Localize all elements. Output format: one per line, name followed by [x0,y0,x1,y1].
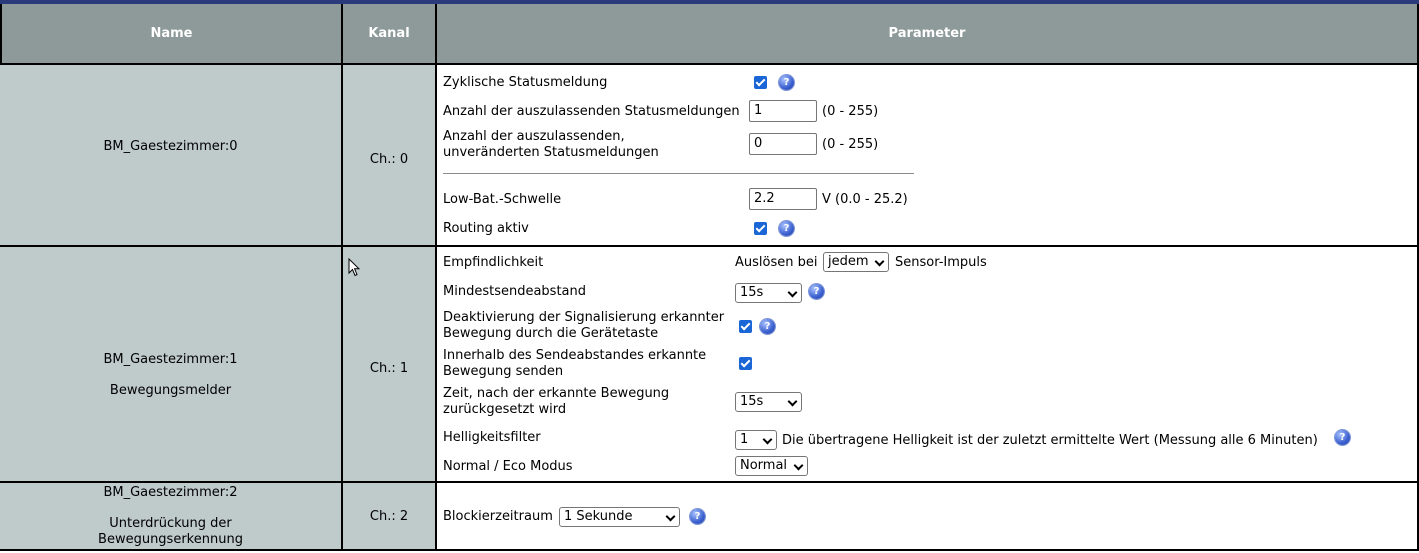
lowbat-label: Low-Bat.-Schwelle [443,192,562,207]
sensitivity-suffix: Sensor-Impuls [895,255,987,270]
cyclic-status-label: Zyklische Statusmeldung [443,75,608,90]
row2-channel: Ch.: 2 [369,508,409,524]
skip-unchanged-label: Anzahl der auszulassenden, unveränderten… [443,129,659,160]
header-name-label: Name [150,26,193,41]
lowbat-input[interactable]: 2.2 [749,188,817,210]
reset-time-select[interactable]: 15s [735,392,802,412]
row2-subname: Unterdrückung der Bewegungserkennung [98,516,243,547]
help-icon[interactable]: ? [690,509,705,524]
skip-unchanged-range: (0 - 255) [822,137,879,152]
row1-name: BM_Gaestezimmer:1 [103,352,238,367]
skip-status-label: Anzahl der auszulassenden Statusmeldunge… [443,104,740,119]
divider [443,173,914,174]
routing-checkbox[interactable] [754,222,767,235]
skip-unchanged-input[interactable]: 0 [749,133,817,155]
cyclic-status-checkbox[interactable] [754,76,767,89]
header-name: Name [0,4,343,65]
brightness-select[interactable]: 1 [735,430,777,450]
header-parameter: Parameter [437,4,1419,65]
help-icon[interactable]: ? [779,75,794,90]
lowbat-range: V (0.0 - 25.2) [822,192,908,207]
row1-channel-cell: Ch.: 1 [343,247,437,483]
help-icon[interactable]: ? [809,284,824,299]
help-icon[interactable]: ? [760,319,775,334]
row0-name: BM_Gaestezimmer:0 [103,139,238,154]
row2-name: BM_Gaestezimmer:2 [103,485,238,500]
help-icon[interactable]: ? [1335,430,1350,445]
row1-channel: Ch.: 1 [369,360,409,376]
reset-time-label: Zeit, nach der erkannte Bewegung zurückg… [443,386,670,417]
brightness-note: Die übertragene Helligkeit ist der zulet… [782,433,1318,448]
brightness-label: Helligkeitsfilter [443,430,541,445]
mode-label: Normal / Eco Modus [443,459,573,474]
deactivate-signal-label: Deaktivierung der Signalisierung erkannt… [443,310,725,341]
skip-status-input[interactable]: 1 [749,100,817,122]
sensitivity-prefix: Auslösen bei [735,255,818,270]
block-select[interactable]: 1 Sekunde [559,507,680,527]
min-interval-select[interactable]: 15s [735,283,802,303]
sensitivity-select[interactable]: jedem [823,252,889,272]
help-icon[interactable]: ? [779,221,794,236]
mode-select[interactable]: Normal [735,456,808,476]
min-interval-label: Mindestsendeabstand [443,284,586,299]
sensitivity-label: Empfindlichkeit [443,255,544,270]
block-label: Blockierzeitraum [443,509,553,524]
row0-channel-cell: Ch.: 0 [343,65,437,247]
send-within-label: Innerhalb des Sendeabstandes erkannte Be… [443,348,707,379]
routing-label: Routing aktiv [443,221,529,236]
row2-name-cell: BM_Gaestezimmer:2 Unterdrückung der Bewe… [0,483,343,551]
deactivate-signal-checkbox[interactable] [739,320,752,333]
header-kanal: Kanal [343,4,437,65]
send-within-checkbox[interactable] [739,357,752,370]
skip-status-range: (0 - 255) [822,104,879,119]
header-parameter-label: Parameter [888,26,966,41]
row1-subname: Bewegungsmelder [109,383,232,398]
header-kanal-label: Kanal [368,26,410,41]
row1-name-cell: BM_Gaestezimmer:1 Bewegungsmelder [0,247,343,483]
row0-name-cell: BM_Gaestezimmer:0 [0,65,343,247]
row2-channel-cell: Ch.: 2 [343,483,437,551]
mouse-cursor-icon [348,258,360,277]
row0-channel: Ch.: 0 [369,151,409,167]
